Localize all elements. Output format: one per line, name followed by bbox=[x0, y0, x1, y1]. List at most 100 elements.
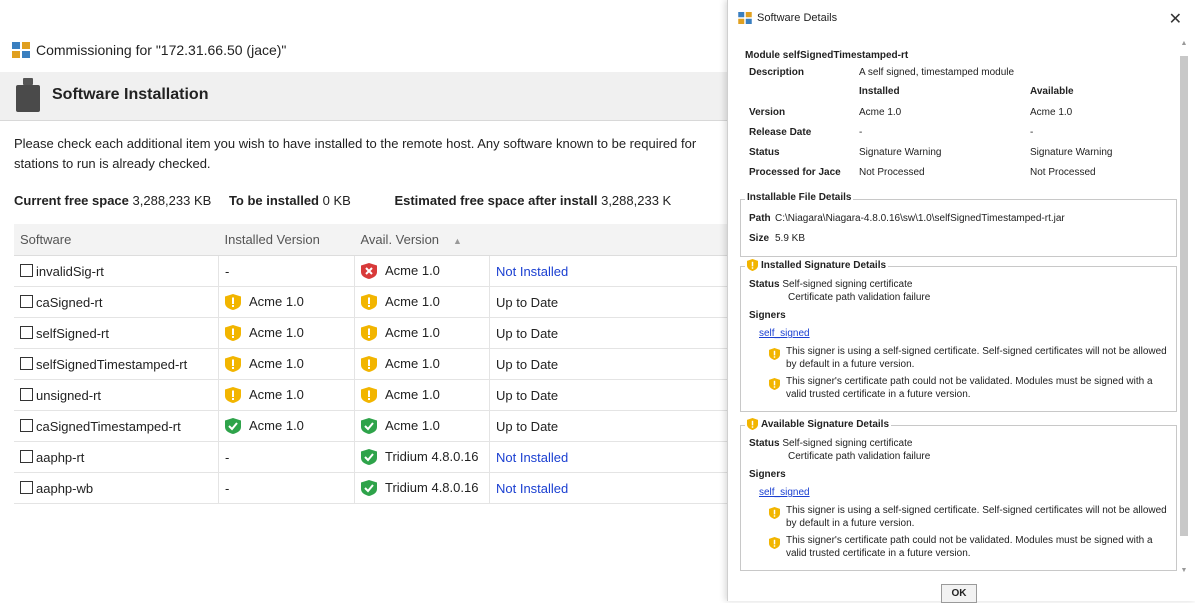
installed-version-cell: - bbox=[218, 255, 355, 287]
table-row[interactable]: aaphp-rt - Tridium 4.8.0.16 Not Installed bbox=[14, 441, 732, 473]
installed-warning-2-text: This signer's certificate path could not… bbox=[786, 376, 1153, 400]
sort-ascending-icon: ▲ bbox=[453, 236, 462, 246]
commissioning-window: Commissioning for "172.31.66.50 (jace)" … bbox=[0, 36, 760, 506]
install-status-link[interactable]: Not Installed bbox=[496, 450, 568, 465]
avail-version-cell: Acme 1.0 bbox=[354, 317, 490, 349]
dialog-scrollbar[interactable]: ▲ ▼ bbox=[1178, 36, 1190, 576]
ok-button[interactable]: OK bbox=[941, 584, 977, 603]
install-checkbox[interactable] bbox=[20, 480, 33, 494]
install-checkbox[interactable] bbox=[20, 263, 33, 277]
software-name: selfSigned-rt bbox=[36, 325, 109, 341]
warning-shield-icon bbox=[769, 378, 780, 390]
software-name: unsigned-rt bbox=[36, 387, 102, 403]
install-status-link[interactable]: Not Installed bbox=[496, 481, 568, 496]
avail-version-cell: Tridium 4.8.0.16 bbox=[354, 472, 490, 504]
avail-version: Acme 1.0 bbox=[385, 293, 440, 309]
ok-shield-icon bbox=[225, 418, 241, 435]
available-sig-status-label: Status bbox=[749, 438, 780, 449]
software-package-icon bbox=[16, 78, 40, 112]
to-install-value: 0 KB bbox=[322, 193, 351, 208]
ok-shield-icon bbox=[361, 480, 377, 497]
install-status: Up to Date bbox=[496, 418, 559, 434]
available-warning-1-text: This signer is using a self-signed certi… bbox=[786, 505, 1167, 529]
installed-column-header: Installed bbox=[859, 86, 900, 97]
available-sig-status-line1: Self-signed signing certificate bbox=[782, 438, 913, 449]
column-header-status bbox=[489, 224, 732, 256]
status-label: Status bbox=[749, 147, 780, 158]
install-status: Up to Date bbox=[496, 356, 559, 372]
install-checkbox[interactable] bbox=[20, 449, 33, 463]
column-header-avail-version-label: Avail. Version bbox=[360, 232, 440, 247]
status-cell: Up to Date bbox=[489, 317, 732, 349]
close-icon[interactable]: ✕ bbox=[1169, 9, 1182, 29]
status-cell: Not Installed bbox=[489, 441, 732, 473]
warning-shield-icon bbox=[225, 356, 241, 373]
install-status-link[interactable]: Not Installed bbox=[496, 264, 568, 279]
installed-signature-title: Installed Signature Details bbox=[761, 259, 887, 271]
install-checkbox[interactable] bbox=[20, 387, 33, 401]
file-details-title: Installable File Details bbox=[745, 192, 854, 203]
software-name: caSignedTimestamped-rt bbox=[36, 418, 181, 434]
installed-warning-1-text: This signer is using a self-signed certi… bbox=[786, 346, 1167, 370]
avail-version: Tridium 4.8.0.16 bbox=[385, 479, 479, 495]
table-row[interactable]: selfSignedTimestamped-rt Acme 1.0 Acme 1.0… bbox=[14, 348, 732, 380]
avail-version-cell: Acme 1.0 bbox=[354, 255, 490, 287]
window-title: Commissioning for "172.31.66.50 (jace)" bbox=[12, 42, 286, 58]
status-cell: Up to Date bbox=[489, 286, 732, 318]
available-warning-2: This signer's certificate path could not… bbox=[769, 534, 1169, 560]
install-checkbox[interactable] bbox=[20, 418, 33, 432]
table-row[interactable]: caSignedTimestamped-rt Acme 1.0 Acme 1.0 Up… bbox=[14, 410, 732, 442]
install-checkbox[interactable] bbox=[20, 294, 33, 308]
software-cell: invalidSig-rt bbox=[14, 255, 219, 287]
software-cell: caSigned-rt bbox=[14, 286, 219, 318]
install-status: Up to Date bbox=[496, 387, 559, 403]
available-signature-title: Available Signature Details bbox=[761, 418, 890, 430]
software-cell: selfSignedTimestamped-rt bbox=[14, 348, 219, 380]
software-name: aaphp-wb bbox=[36, 480, 94, 496]
estimated-space-label: Estimated free space after install bbox=[394, 193, 598, 208]
size-value: 5.9 KB bbox=[775, 233, 806, 244]
software-name: caSigned-rt bbox=[36, 294, 103, 310]
software-cell: aaphp-rt bbox=[14, 441, 219, 473]
software-cell: aaphp-wb bbox=[14, 472, 219, 504]
install-checkbox[interactable] bbox=[20, 356, 33, 370]
scrollbar-thumb[interactable] bbox=[1180, 56, 1188, 536]
installed-version: Acme 1.0 bbox=[249, 324, 304, 340]
niagara-app-icon bbox=[12, 42, 30, 58]
warning-shield-icon bbox=[747, 418, 758, 430]
column-header-avail-version[interactable]: Avail. Version ▲ bbox=[354, 224, 490, 256]
installed-sig-status-label: Status bbox=[749, 279, 780, 290]
module-name: Module selfSignedTimestamped-rt bbox=[745, 50, 909, 61]
installed-version-cell: Acme 1.0 bbox=[218, 410, 355, 442]
table-row[interactable]: selfSigned-rt Acme 1.0 Acme 1.0 Up to Date bbox=[14, 317, 732, 349]
file-details-group: Installable File Details Path C:\Niagara… bbox=[740, 192, 1177, 257]
table-row[interactable]: aaphp-wb - Tridium 4.8.0.16 Not Installed bbox=[14, 472, 732, 504]
warning-shield-icon bbox=[769, 348, 780, 360]
table-row[interactable]: caSigned-rt Acme 1.0 Acme 1.0 Up to Date bbox=[14, 286, 732, 318]
avail-version-cell: Acme 1.0 bbox=[354, 286, 490, 318]
table-row[interactable]: invalidSig-rt - Acme 1.0 Not Installed bbox=[14, 255, 732, 287]
version-installed: Acme 1.0 bbox=[859, 107, 902, 118]
install-checkbox[interactable] bbox=[20, 325, 33, 339]
installed-sig-status-line2: Certificate path validation failure bbox=[788, 292, 931, 303]
available-sig-status: Status Self-signed signing certificate bbox=[749, 438, 912, 449]
error-shield-icon bbox=[361, 263, 377, 280]
installed-signer-link[interactable]: self_signed bbox=[759, 328, 810, 339]
description-value: A self signed, timestamped module bbox=[859, 67, 1015, 78]
scroll-up-icon[interactable]: ▲ bbox=[1180, 40, 1188, 47]
warning-shield-icon bbox=[225, 325, 241, 342]
installed-signature-legend: Installed Signature Details bbox=[745, 259, 889, 271]
column-header-installed-version[interactable]: Installed Version bbox=[218, 224, 355, 256]
available-warning-1: This signer is using a self-signed certi… bbox=[769, 504, 1169, 530]
software-table: Software Installed Version Avail. Versio… bbox=[14, 224, 732, 504]
warning-shield-icon bbox=[225, 294, 241, 311]
table-row[interactable]: unsigned-rt Acme 1.0 Acme 1.0 Up to Date bbox=[14, 379, 732, 411]
avail-version: Acme 1.0 bbox=[385, 262, 440, 278]
release-date-label: Release Date bbox=[749, 127, 812, 138]
available-signature-group: Available Signature Details Status Self-… bbox=[740, 418, 1177, 571]
available-signature-legend: Available Signature Details bbox=[745, 418, 892, 430]
column-header-software[interactable]: Software bbox=[14, 224, 219, 256]
available-signer-link[interactable]: self_signed bbox=[759, 487, 810, 498]
scroll-down-icon[interactable]: ▼ bbox=[1180, 567, 1188, 574]
available-signers-label: Signers bbox=[749, 469, 786, 480]
